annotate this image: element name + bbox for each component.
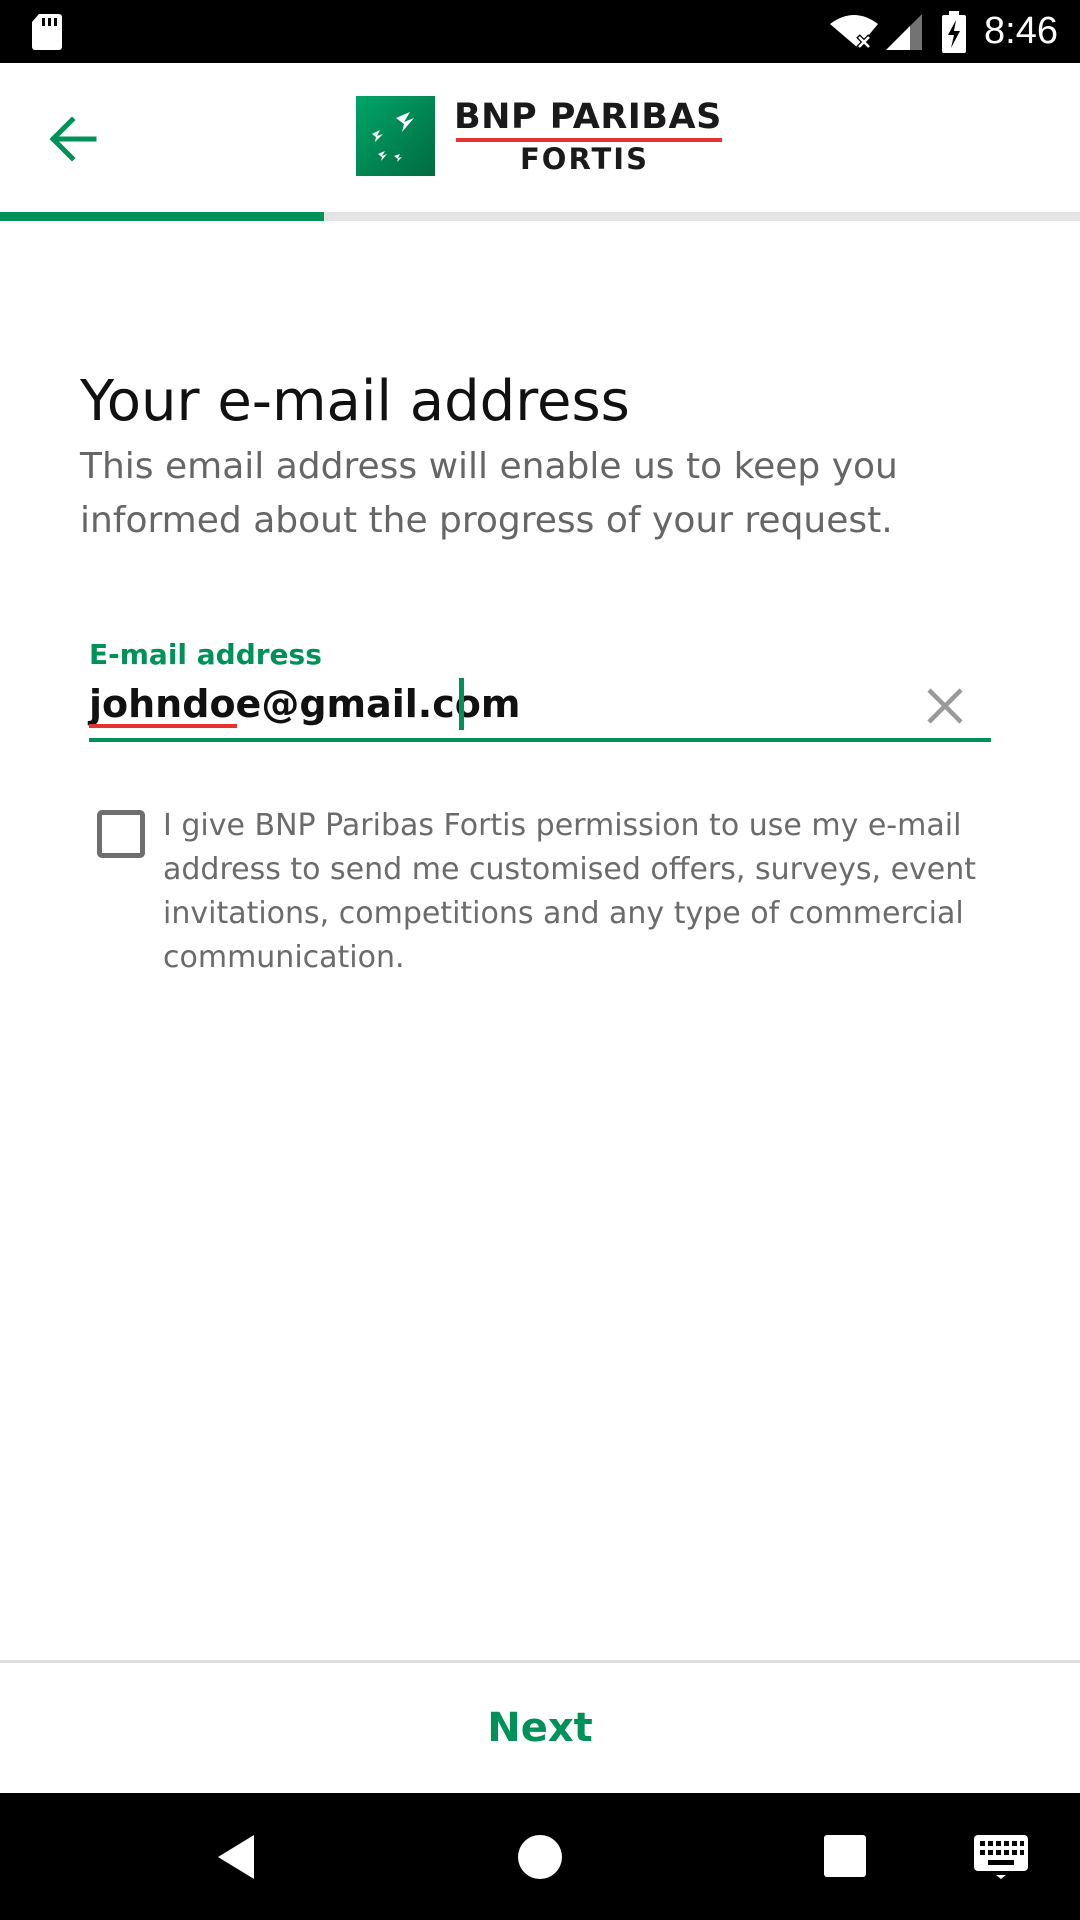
bnp-paribas-fortis-logo: BNP PARIBAS FORTIS bbox=[356, 96, 726, 178]
clear-input-button[interactable] bbox=[919, 680, 971, 732]
spellcheck-underline bbox=[89, 724, 237, 728]
arrow-left-icon bbox=[49, 116, 97, 162]
consent-checkbox[interactable] bbox=[97, 810, 145, 858]
progress-fill bbox=[0, 212, 324, 221]
close-icon bbox=[927, 688, 963, 724]
logo-text-line2: FORTIS bbox=[520, 142, 649, 176]
system-nav-bar bbox=[0, 1793, 1080, 1920]
progress-bar bbox=[0, 212, 1080, 221]
text-caret bbox=[459, 678, 464, 730]
signal-icon bbox=[886, 14, 922, 50]
logo-mark-icon bbox=[356, 96, 435, 176]
back-button[interactable] bbox=[30, 101, 116, 177]
recents-square-icon[interactable] bbox=[822, 1833, 868, 1879]
page-title: Your e-mail address bbox=[80, 368, 630, 434]
home-circle-icon[interactable] bbox=[516, 1829, 564, 1885]
email-field-label: E-mail address bbox=[89, 638, 322, 671]
page-description: This email address will enable us to kee… bbox=[80, 446, 898, 541]
logo-text-line1: BNP PARIBAS bbox=[454, 97, 722, 137]
app-bar: BNP PARIBAS FORTIS bbox=[0, 63, 1080, 213]
sd-card-icon bbox=[32, 14, 62, 50]
status-bar: 8:46 bbox=[0, 0, 1080, 63]
wifi-icon bbox=[830, 15, 878, 50]
battery-charging-icon bbox=[942, 11, 966, 53]
status-time: 8:46 bbox=[984, 10, 1058, 52]
consent-text: I give BNP Paribas Fortis permission to … bbox=[163, 808, 977, 975]
back-triangle-icon[interactable] bbox=[210, 1829, 266, 1885]
next-button[interactable]: Next bbox=[0, 1663, 1080, 1793]
keyboard-icon[interactable] bbox=[972, 1831, 1030, 1879]
email-field[interactable]: johndoe@gmail.com bbox=[89, 674, 991, 742]
